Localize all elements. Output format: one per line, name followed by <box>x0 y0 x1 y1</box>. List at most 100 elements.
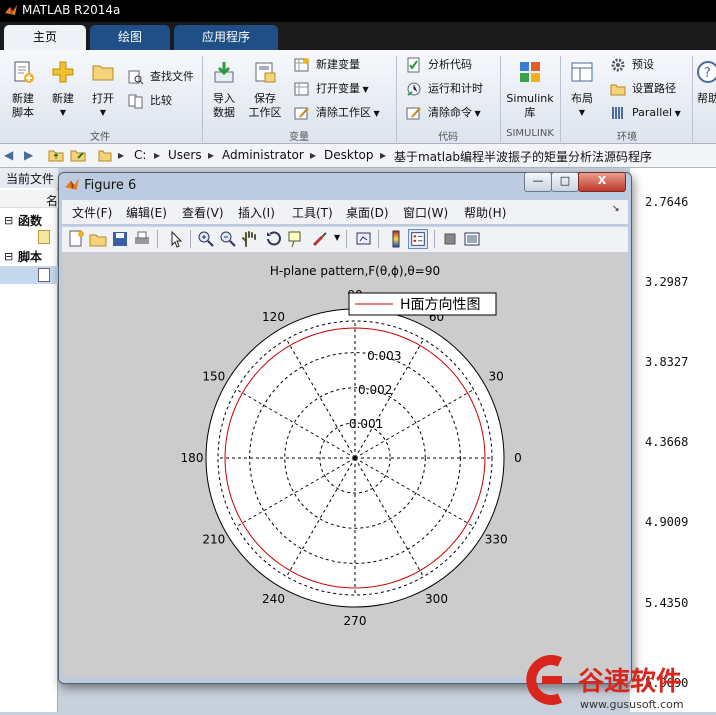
angular-tick-label: 330 <box>485 533 508 547</box>
zoom-out-icon[interactable] <box>218 229 238 249</box>
menu-window[interactable]: 窗口(W) <box>403 204 448 221</box>
back-arrow-icon[interactable]: ◀ <box>4 148 13 162</box>
rotate-3d-icon[interactable] <box>264 229 284 249</box>
browse-folder-icon[interactable] <box>70 148 86 165</box>
breadcrumb-segment[interactable]: Desktop <box>324 148 374 162</box>
name-column-header[interactable]: 名 <box>0 190 58 208</box>
run-and-time-button[interactable]: 运行和计时 <box>406 79 483 99</box>
watermark-text: 谷速软件 <box>578 667 682 697</box>
parallel-button[interactable]: Parallel ▼ <box>610 103 681 123</box>
collapse-toggle-icon[interactable]: ⊟ <box>4 250 13 263</box>
new-script-button[interactable]: 新建 脚本 <box>6 60 40 120</box>
new-figure-icon[interactable] <box>66 229 86 249</box>
clear-workspace-icon <box>294 107 309 120</box>
legend-icon[interactable] <box>408 229 428 249</box>
breadcrumb-segment[interactable]: Users <box>168 148 202 162</box>
menu-insert[interactable]: 插入(I) <box>238 204 275 221</box>
menu-desktop[interactable]: 桌面(D) <box>346 204 389 221</box>
clear-workspace-button[interactable]: 清除工作区 ▼ <box>294 103 380 123</box>
value-cell: 2.7646 <box>645 195 689 209</box>
tab-home[interactable]: 主页 <box>4 25 86 50</box>
clear-commands-icon <box>406 107 421 120</box>
watermark-logo-icon <box>526 655 563 705</box>
address-bar: ◀ ▶ ▸ C: ▸ Users ▸ Administrator ▸ Deskt… <box>0 144 716 168</box>
hide-plot-tools-icon[interactable] <box>440 229 460 249</box>
new-variable-button[interactable]: 新建变量 <box>294 55 360 75</box>
zoom-in-icon[interactable] <box>196 229 216 249</box>
collapse-toggle-icon[interactable]: ⊟ <box>4 214 13 227</box>
preferences-button[interactable]: 预设 <box>610 55 654 75</box>
radial-tick-label: 0.003 <box>367 349 401 363</box>
open-variable-label: 打开变量 <box>316 82 360 95</box>
set-path-icon <box>610 84 626 96</box>
menu-edit[interactable]: 编辑(E) <box>126 204 167 221</box>
section-functions: 函数 <box>18 214 43 228</box>
save-icon[interactable] <box>110 229 130 249</box>
brush-icon[interactable] <box>310 229 330 249</box>
brush-dropdown-icon[interactable]: ▼ <box>334 233 340 242</box>
close-button[interactable]: X <box>578 172 626 192</box>
compare-label: 比较 <box>150 94 172 107</box>
menu-help[interactable]: 帮助(H) <box>464 204 506 221</box>
toolbar-separator <box>157 230 158 248</box>
simulink-library-icon <box>520 62 540 82</box>
tab-plots[interactable]: 绘图 <box>90 25 170 50</box>
set-path-button[interactable]: 设置路径 <box>610 79 676 99</box>
show-plot-tools-icon[interactable] <box>462 229 482 249</box>
pointer-icon[interactable] <box>166 229 186 249</box>
breadcrumb-segment[interactable]: 基于matlab编程半波振子的矩量分析法源码程序 <box>394 148 652 165</box>
selected-file-row[interactable] <box>0 266 58 284</box>
menu-view[interactable]: 查看(V) <box>182 204 224 221</box>
angular-tick-label: 240 <box>262 592 285 606</box>
pan-hand-icon[interactable] <box>240 229 260 249</box>
layout-button[interactable]: 布局 ▼ <box>564 60 600 120</box>
menu-tools[interactable]: 工具(T) <box>292 204 333 221</box>
maximize-button[interactable]: □ <box>551 172 579 192</box>
function-file-icon[interactable] <box>38 230 50 244</box>
data-cursor-icon[interactable] <box>286 229 306 249</box>
dock-arrow-icon[interactable]: ↘ <box>612 204 620 214</box>
angular-tick-label: 300 <box>425 592 448 606</box>
simulink-library-button[interactable]: Simulink 库 <box>502 60 558 120</box>
print-icon[interactable] <box>132 229 152 249</box>
folder-open-icon <box>92 65 114 81</box>
group-label-environment: 环境 <box>617 132 637 143</box>
figure-titlebar[interactable]: Figure 6 <box>64 176 136 194</box>
minimize-button[interactable]: — <box>524 172 552 192</box>
analyze-code-button[interactable]: 分析代码 <box>406 55 472 75</box>
radial-tick-label: 0.001 <box>349 417 383 431</box>
link-plot-icon[interactable] <box>354 229 374 249</box>
ribbon-separator <box>560 56 561 142</box>
toolbar-separator <box>434 230 435 248</box>
new-button[interactable]: 新建 ▼ <box>46 60 80 120</box>
matlab-logo-icon <box>65 178 79 190</box>
matlab-logo-icon <box>5 5 17 15</box>
save-workspace-icon <box>255 62 276 83</box>
group-label-simulink: SIMULINK <box>506 128 554 139</box>
figure-title: Figure 6 <box>84 178 137 193</box>
gear-icon <box>611 58 625 72</box>
help-button[interactable]: ? 帮助 <box>696 60 716 106</box>
find-files-button[interactable]: 查找文件 <box>128 67 194 87</box>
toolbar-separator <box>346 230 347 248</box>
open-file-icon[interactable] <box>88 229 108 249</box>
tab-apps[interactable]: 应用程序 <box>174 25 278 50</box>
open-button[interactable]: 打开 ▼ <box>86 60 120 120</box>
open-variable-icon <box>294 82 309 96</box>
compare-button[interactable]: 比较 <box>128 91 172 111</box>
forward-arrow-icon[interactable]: ▶ <box>24 148 33 162</box>
radial-tick-label: 0.002 <box>358 383 392 397</box>
clear-commands-button[interactable]: 清除命令 ▼ <box>406 103 481 123</box>
breadcrumb-segment[interactable]: C: <box>134 148 146 162</box>
value-cell: 3.2987 <box>645 275 689 289</box>
analyze-code-icon <box>407 57 420 73</box>
open-label: 打开 <box>92 92 114 105</box>
import-data-button[interactable]: 导入 数据 <box>206 60 242 120</box>
colorbar-icon[interactable] <box>386 229 406 249</box>
up-folder-icon[interactable] <box>48 148 64 165</box>
menu-file[interactable]: 文件(F) <box>72 204 112 221</box>
breadcrumb-segment[interactable]: Administrator <box>222 148 304 162</box>
app-titlebar: MATLAB R2014a <box>0 0 716 22</box>
save-workspace-button[interactable]: 保存 工作区 <box>246 60 284 120</box>
open-variable-button[interactable]: 打开变量 ▼ <box>294 79 369 99</box>
